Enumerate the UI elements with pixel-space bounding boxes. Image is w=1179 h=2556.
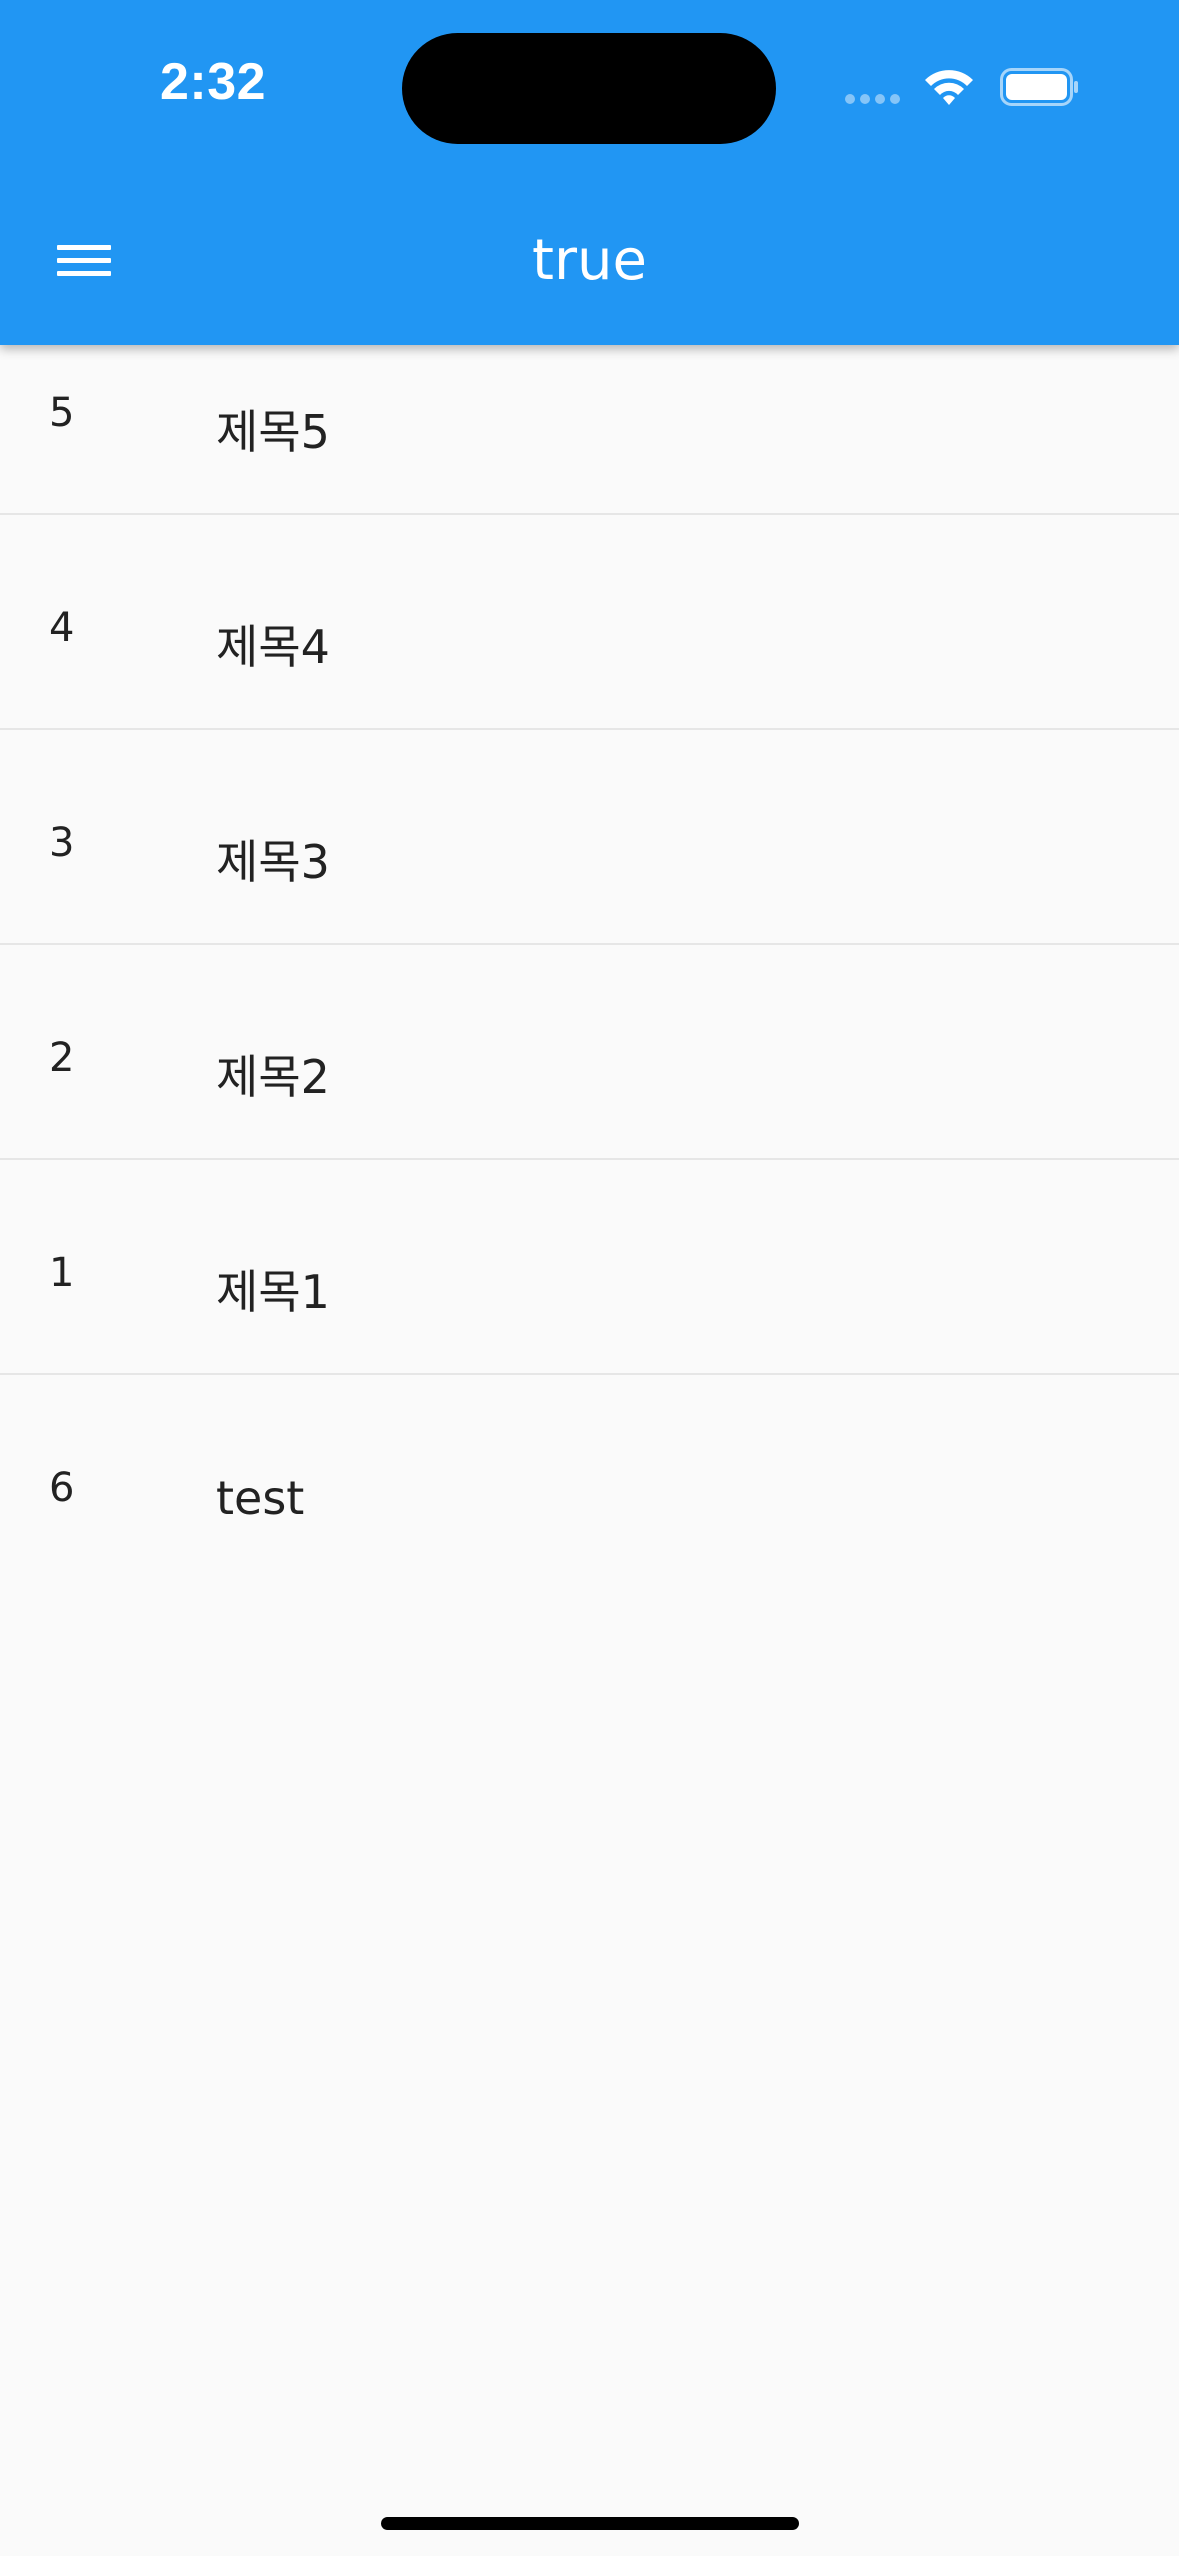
home-indicator[interactable] (381, 2517, 799, 2530)
list-item[interactable]: 4 제목4 (0, 515, 1179, 730)
list-item-title: 제목1 (216, 1265, 330, 1319)
app-bar: 2:32 true (0, 0, 1179, 345)
wifi-icon (925, 70, 973, 105)
battery-icon (1000, 68, 1078, 106)
list-item[interactable]: 2 제목2 (0, 945, 1179, 1160)
page-title: true (532, 228, 647, 293)
cellular-signal-icon (845, 94, 905, 106)
dynamic-island (402, 33, 776, 144)
list-item[interactable]: 6 test (0, 1375, 1179, 1590)
list-item-title: 제목3 (216, 835, 330, 889)
list-item-title: 제목5 (216, 405, 330, 459)
list-item-id: 2 (49, 1035, 75, 1081)
list-item-title: test (216, 1471, 305, 1525)
list-item-title: 제목4 (216, 620, 330, 674)
list-item-id: 3 (49, 820, 75, 866)
list-item-id: 4 (49, 605, 75, 651)
list-item-id: 6 (49, 1465, 75, 1511)
list-item-id: 5 (49, 390, 75, 436)
list-item-id: 1 (49, 1250, 75, 1296)
list-item[interactable]: 3 제목3 (0, 730, 1179, 945)
list-item-title: 제목2 (216, 1050, 330, 1104)
list-item[interactable]: 1 제목1 (0, 1160, 1179, 1375)
status-time: 2:32 (160, 53, 267, 111)
item-list: 5 제목5 4 제목4 3 제목3 2 제목2 1 제목1 6 test (0, 300, 1179, 1590)
